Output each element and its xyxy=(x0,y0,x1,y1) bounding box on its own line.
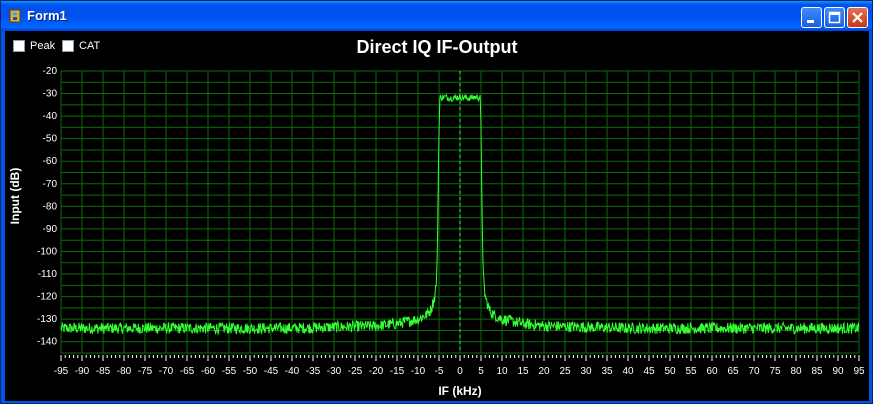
y-axis-ticks: -20 -30 -40 -50 -60 -70 -80 -90 -100 -110 -120 -130… xyxy=(37,66,57,348)
x-tick-label: -25 xyxy=(348,366,363,377)
x-tick-label: -45 xyxy=(264,366,279,377)
y-tick-label: -60 xyxy=(43,156,58,167)
x-tick-label: 85 xyxy=(811,366,823,377)
x-tick-label: 60 xyxy=(706,366,718,377)
x-axis-label: IF (kHz) xyxy=(438,384,481,398)
client-area: Direct IQ IF-Output -20 -30 -40 -50 -60 -70 -8… xyxy=(5,31,869,401)
x-tick-label: 75 xyxy=(769,366,781,377)
x-tick-label: -20 xyxy=(369,366,384,377)
x-tick-label: -50 xyxy=(243,366,258,377)
maximize-icon xyxy=(828,11,841,24)
x-tick-label: -65 xyxy=(180,366,195,377)
x-tick-label: 35 xyxy=(601,366,613,377)
y-tick-label: -50 xyxy=(43,134,58,145)
x-tick-label: -80 xyxy=(117,366,132,377)
x-tick-label: 95 xyxy=(853,366,865,377)
y-tick-label: -20 xyxy=(43,66,58,77)
maximize-button[interactable] xyxy=(824,7,845,28)
y-tick-label: -80 xyxy=(43,201,58,212)
x-tick-label: -40 xyxy=(285,366,300,377)
x-tick-label: -90 xyxy=(75,366,90,377)
minimize-button[interactable] xyxy=(801,7,822,28)
x-axis-ticks: -95 -90 -85 -80 -75 -70 -65 -60 -55 -50 -45 -40 -35-… xyxy=(54,355,865,377)
x-tick-label: 15 xyxy=(517,366,529,377)
x-tick-label: -60 xyxy=(201,366,216,377)
close-button[interactable] xyxy=(847,7,868,28)
y-axis-label: Input (dB) xyxy=(8,168,22,225)
x-tick-label: 45 xyxy=(643,366,655,377)
x-tick-label: 80 xyxy=(790,366,802,377)
x-tick-label: -75 xyxy=(138,366,153,377)
peak-checkbox-box[interactable] xyxy=(13,40,25,52)
y-tick-label: -120 xyxy=(37,292,57,303)
chart-title: Direct IQ IF-Output xyxy=(357,37,518,57)
x-tick-label: -5 xyxy=(435,366,444,377)
x-tick-label: 90 xyxy=(832,366,844,377)
y-tick-label: -90 xyxy=(43,224,58,235)
minimize-icon xyxy=(807,20,814,23)
x-tick-label: 5 xyxy=(478,366,484,377)
spectrum-chart: Direct IQ IF-Output -20-30-40-50-60-70-8… xyxy=(8,37,865,398)
x-tick-label: -35 xyxy=(306,366,321,377)
y-tick-label: -130 xyxy=(37,314,57,325)
window-title: Form1 xyxy=(27,8,67,23)
x-tick-label: -55 xyxy=(222,366,237,377)
x-tick-label: -70 xyxy=(159,366,174,377)
x-tick-label: -30 xyxy=(327,366,342,377)
x-tick-label: -15 xyxy=(390,366,405,377)
y-tick-label: -140 xyxy=(37,337,57,348)
title-bar[interactable]: Form1 xyxy=(1,1,872,31)
y-tick-label: -40 xyxy=(43,111,58,122)
close-icon xyxy=(852,12,863,23)
peak-checkbox-label: Peak xyxy=(30,40,56,52)
x-tick-label: 40 xyxy=(622,366,634,377)
y-tick-label: -30 xyxy=(43,89,58,100)
app-icon xyxy=(9,9,21,23)
x-tick-label: 0 xyxy=(457,366,463,377)
peak-checkbox[interactable]: Peak xyxy=(13,40,63,54)
x-tick-label: 25 xyxy=(559,366,571,377)
cat-checkbox[interactable]: CAT xyxy=(62,40,107,54)
y-tick-label: -70 xyxy=(43,179,58,190)
cat-checkbox-box[interactable] xyxy=(62,40,74,52)
app-window: Form1 Direct IQ IF-Output -20 -30 -40 -50 -6… xyxy=(0,0,873,404)
x-tick-label: 70 xyxy=(748,366,760,377)
x-tick-label: -10 xyxy=(411,366,426,377)
x-tick-label: 10 xyxy=(496,366,508,377)
x-tick-label: 65 xyxy=(727,366,739,377)
x-tick-label: 20 xyxy=(538,366,550,377)
x-tick-label: 55 xyxy=(685,366,697,377)
x-tick-label: 30 xyxy=(580,366,592,377)
y-tick-label: -100 xyxy=(37,246,57,257)
cat-checkbox-label: CAT xyxy=(79,40,101,52)
x-tick-label: -95 xyxy=(54,366,69,377)
y-tick-label: -110 xyxy=(38,269,58,280)
x-tick-label: 50 xyxy=(664,366,676,377)
x-tick-label: -85 xyxy=(96,366,111,377)
